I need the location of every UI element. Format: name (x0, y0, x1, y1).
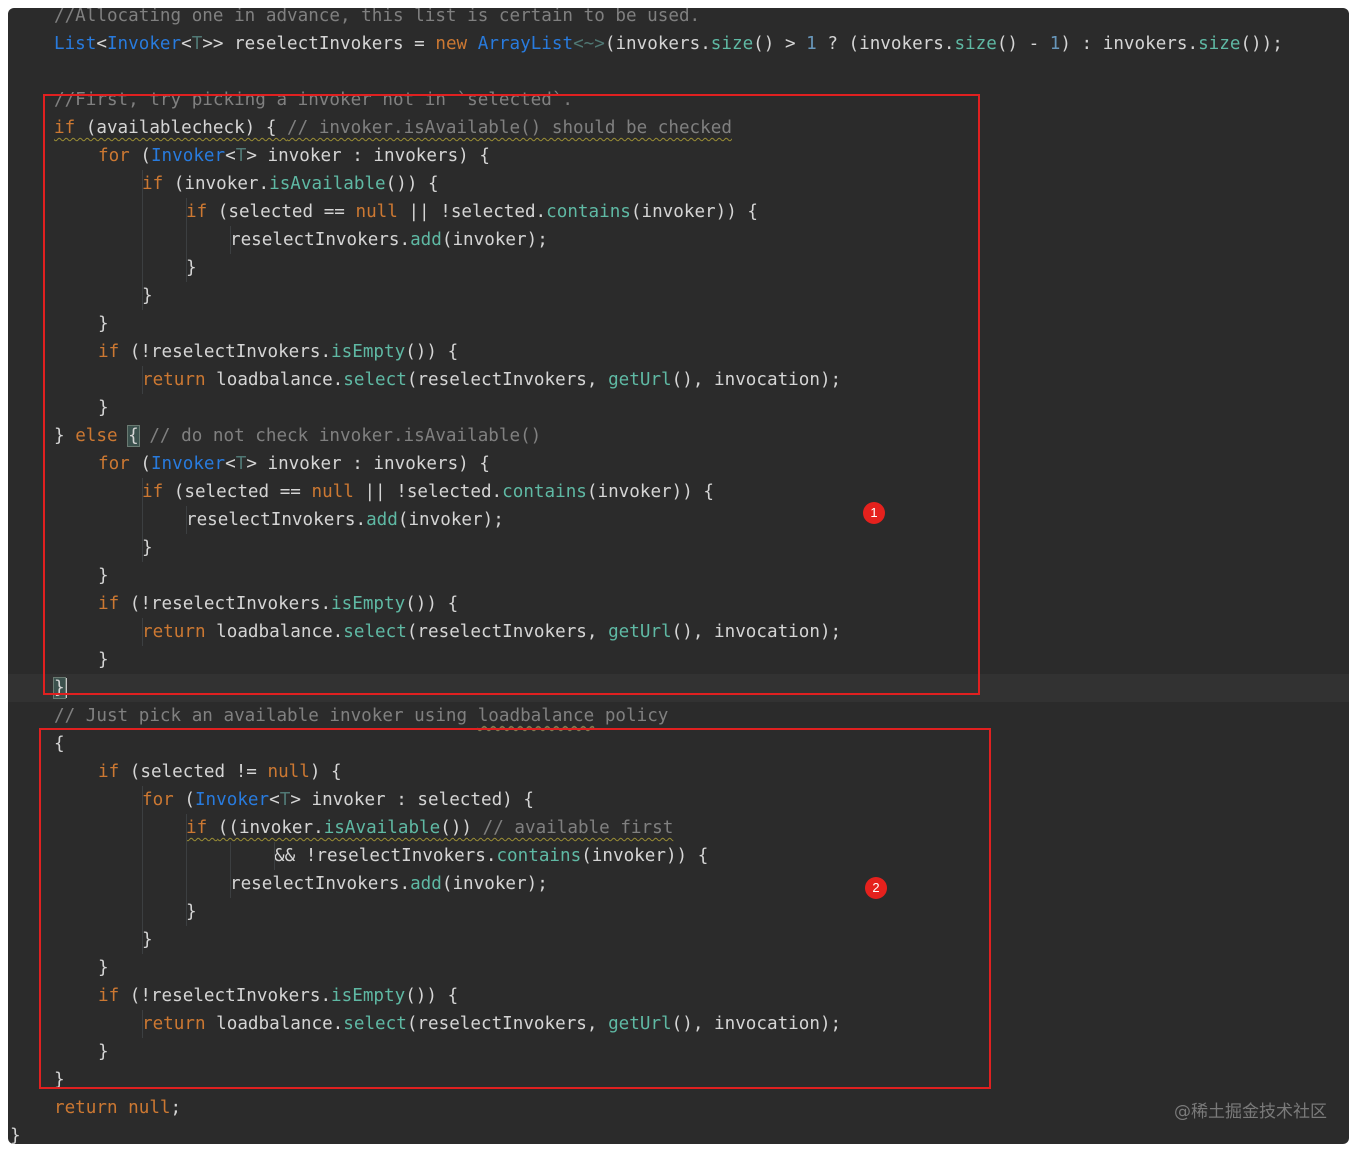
code-token: List (54, 34, 97, 54)
code-token: < (181, 34, 192, 54)
code-token: <~> (573, 34, 605, 54)
watermark-text: @稀土掘金技术社区 (1174, 1102, 1327, 1122)
code-token: size (954, 34, 997, 54)
code-token: ; (170, 1098, 182, 1118)
code-token: //Allocating one in advance, this list i… (54, 8, 701, 26)
code-line[interactable]: return null; (8, 1094, 181, 1122)
code-token: new (435, 34, 478, 54)
code-token: 1 (806, 34, 817, 54)
code-token: policy (594, 706, 669, 726)
code-token: (invokers. (604, 34, 711, 54)
code-token: () - (996, 34, 1050, 54)
code-line[interactable] (8, 58, 10, 86)
code-token: < (96, 34, 107, 54)
code-line[interactable]: } (8, 1122, 21, 1144)
code-token: size (1198, 34, 1241, 54)
code-token: size (710, 34, 754, 54)
code-line[interactable]: List<Invoker<T>> reselectInvokers = new … (8, 30, 1283, 58)
code-token: () > (753, 34, 807, 54)
code-token: loadbalance (477, 706, 595, 726)
highlight-box-1 (43, 94, 980, 695)
code-token: T (191, 34, 203, 54)
badge-2: 2 (865, 877, 887, 899)
badge-1: 1 (863, 502, 885, 524)
code-editor[interactable]: //Allocating one in advance, this list i… (8, 8, 1349, 1144)
code-line[interactable]: //Allocating one in advance, this list i… (8, 8, 700, 30)
code-token: return (54, 1098, 129, 1118)
code-token: >> reselectInvokers = (202, 34, 436, 54)
code-token: // Just pick an available invoker using (54, 706, 478, 726)
code-token: Invoker (106, 34, 182, 54)
code-token: ()); (1240, 34, 1283, 54)
code-line[interactable]: // Just pick an available invoker using … (8, 702, 668, 730)
code-token: ) : invokers. (1060, 34, 1199, 54)
code-token: null (128, 1098, 171, 1118)
highlight-box-2 (39, 728, 991, 1089)
code-token: ArrayList (477, 34, 574, 54)
code-token: ? (invokers. (816, 34, 955, 54)
code-token: 1 (1049, 34, 1061, 54)
code-token: } (10, 1126, 21, 1144)
